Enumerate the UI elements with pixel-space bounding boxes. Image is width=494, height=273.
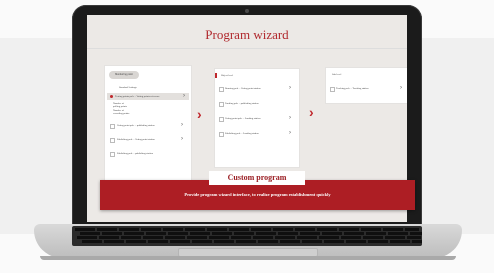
arrow-right-icon: ›: [309, 104, 314, 120]
tab-monitoring-point[interactable]: Monitoring point: [109, 71, 139, 79]
laptop-base-edge: [40, 256, 456, 260]
chevron-right-icon: ›: [289, 130, 291, 136]
list-item: Number of recording points: [113, 109, 130, 115]
list-item[interactable]: Standard Settings: [119, 86, 137, 89]
panel-monitoring: Monitoring point Standard Settings Testi…: [104, 65, 192, 185]
scene: Program wizard Monitoring point Standard…: [0, 0, 494, 273]
list-item[interactable]: Tracking pole – Tracking station: [336, 87, 369, 90]
checkbox[interactable]: [219, 117, 224, 122]
checkbox[interactable]: [330, 87, 335, 92]
list-item[interactable]: Funding pole – publishing station: [225, 102, 259, 105]
list-item[interactable]: Voting point pole – Landing station: [225, 117, 260, 120]
page-title: Program wizard: [205, 27, 289, 42]
checkbox[interactable]: [110, 124, 115, 129]
checkbox[interactable]: [219, 132, 224, 137]
list-item[interactable]: Publishing pole – publishing station: [117, 152, 153, 155]
key-row: [82, 240, 422, 243]
checkbox[interactable]: [219, 102, 224, 107]
key-row: [77, 236, 421, 239]
chevron-right-icon: ›: [181, 122, 183, 128]
active-marker: [215, 73, 217, 78]
chevron-right-icon: ›: [289, 115, 291, 121]
list-item[interactable]: Running pole – Voting point station: [225, 87, 261, 90]
chevron-right-icon: ›: [183, 93, 185, 99]
custom-program-label: Custom program: [209, 171, 305, 185]
checkbox[interactable]: [110, 152, 115, 157]
list-item-label: Testing points pole – Voting points refe…: [115, 95, 160, 98]
title-divider: [87, 48, 407, 49]
list-item: Number of polling points: [113, 102, 127, 108]
key-row: [75, 228, 419, 231]
list-item[interactable]: Voting point pole – publishing station: [117, 124, 155, 127]
key-row: [80, 232, 422, 235]
chevron-right-icon: ›: [181, 136, 183, 142]
chevron-right-icon: ›: [400, 85, 402, 91]
laptop-keyboard: [72, 226, 422, 246]
list-heading: Sub level: [332, 73, 342, 76]
list-item-selected[interactable]: Testing points pole – Voting points refe…: [107, 93, 189, 100]
selected-dot-icon: [110, 95, 113, 98]
checkbox[interactable]: [110, 138, 115, 143]
panel-sub-level: Sub level Tracking pole – Tracking stati…: [325, 67, 407, 104]
arrow-right-icon: ›: [197, 106, 202, 122]
list-heading: Object level: [221, 74, 234, 77]
list-item[interactable]: Publishing pole – Voting point station: [117, 138, 155, 141]
checkbox[interactable]: [219, 87, 224, 92]
list-item[interactable]: Publishing pole – Landing station: [225, 132, 259, 135]
panel-object-level: Object level Running pole – Voting point…: [214, 68, 300, 168]
camera-icon: [245, 9, 249, 13]
chevron-right-icon: ›: [289, 85, 291, 91]
